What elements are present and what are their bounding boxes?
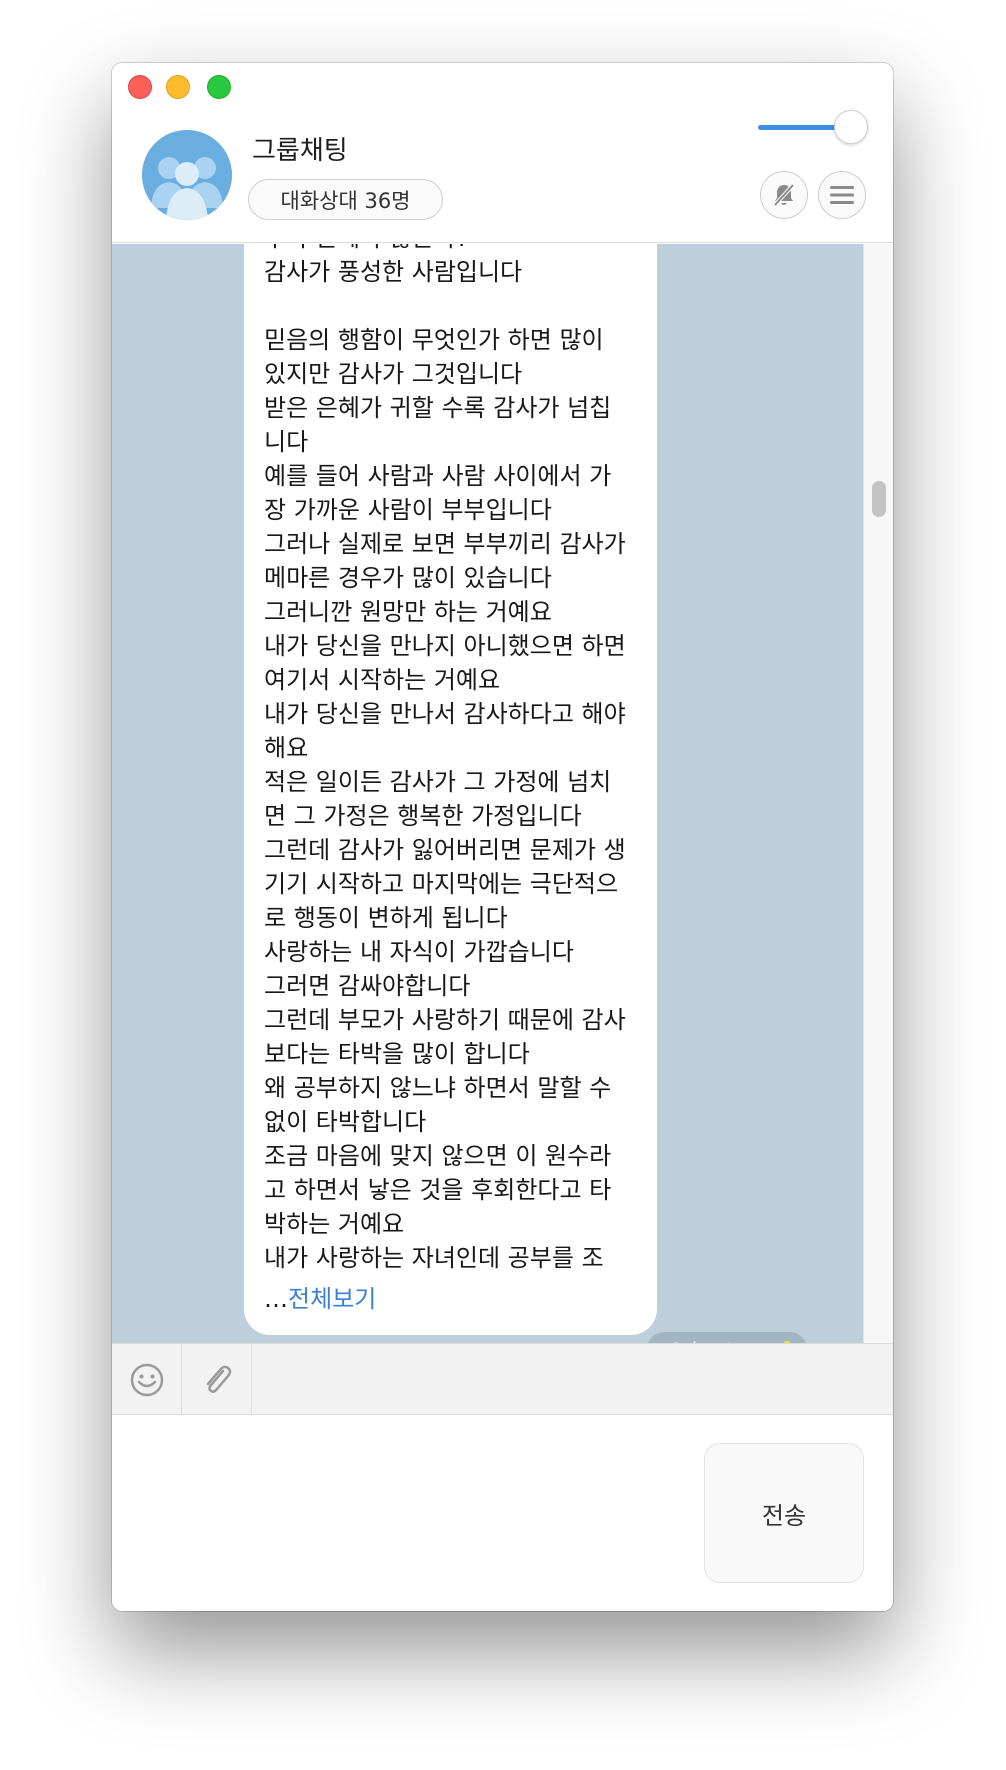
paperclip-icon — [206, 1365, 231, 1393]
message-line: 그런데 부모가 사랑하기 때문에 감사 — [264, 1006, 626, 1034]
chat-window: 그룹채팅 대화상대 36명 누가 은혜가 많은가? 감사가 풍성한 사람입니다믿음… — [112, 63, 893, 1611]
chat-header: 그룹채팅 대화상대 36명 — [112, 63, 893, 243]
message-line: 믿음의 행함이 무엇인가 하면 많이 — [264, 326, 604, 354]
scrollbar-thumb[interactable] — [872, 481, 886, 517]
attach-file-button[interactable] — [182, 1344, 252, 1416]
message-line: 감사가 풍성한 사람입니다 — [264, 258, 523, 286]
message-line: 조금 마음에 맞지 않으면 이 원수라 — [264, 1142, 612, 1170]
chat-message-area[interactable]: 누가 은혜가 많은가? 감사가 풍성한 사람입니다믿음의 행함이 무엇인가 하면 … — [112, 244, 893, 1343]
message-input[interactable] — [128, 1431, 708, 1591]
message-line: 기기 시작하고 마지막에는 극단적으 — [264, 870, 619, 898]
message-meta: 오후 12:44 1 — [647, 1332, 807, 1343]
opacity-slider[interactable] — [758, 110, 868, 146]
mute-notifications-button[interactable] — [760, 171, 808, 219]
message-line: 보다는 타박을 많이 합니다 — [264, 1040, 530, 1068]
message-line: 있지만 감사가 그것입니다 — [264, 360, 523, 388]
message-line: 적은 일이든 감사가 그 가정에 넘치 — [264, 768, 612, 796]
menu-button[interactable] — [818, 171, 866, 219]
window-close-button[interactable] — [128, 75, 152, 99]
message-line: 받은 은혜가 귀할 수록 감사가 넘칩 — [264, 394, 612, 422]
message-line: 메마른 경우가 많이 있습니다 — [264, 564, 552, 592]
message-line: 그러니깐 원망만 하는 거예요 — [264, 598, 552, 626]
message-truncated-line: …전체보기 — [264, 1282, 376, 1316]
emoji-button[interactable] — [112, 1344, 182, 1416]
view-full-message-link[interactable]: 전체보기 — [288, 1285, 376, 1313]
chat-room-title: 그룹채팅 — [252, 136, 348, 166]
message-line: 왜 공부하지 않느냐 하면서 말할 수 — [264, 1074, 612, 1102]
message-time: 오후 12:44 — [667, 1335, 768, 1344]
message-line: 로 행동이 변하게 됩니다 — [264, 904, 508, 932]
message-text: 누가 은혜가 많은가? 감사가 풍성한 사람입니다믿음의 행함이 무엇인가 하면 … — [264, 244, 644, 1275]
message-line: 없이 타박합니다 — [264, 1108, 427, 1136]
message-line: 장 가까운 사람이 부부입니다 — [264, 496, 552, 524]
member-count-button[interactable]: 대화상대 36명 — [248, 179, 443, 220]
hamburger-menu-icon — [830, 186, 854, 204]
composer: 전송 — [112, 1415, 893, 1611]
message-line: 고 하면서 낳은 것을 후회한다고 타 — [264, 1176, 612, 1204]
message-line: 그런데 감사가 잃어버리면 문제가 생 — [264, 836, 626, 864]
message-line: 내가 당신을 만나지 아니했으면 하면 — [264, 632, 626, 660]
message-bubble[interactable]: 누가 은혜가 많은가? 감사가 풍성한 사람입니다믿음의 행함이 무엇인가 하면 … — [244, 244, 657, 1335]
send-button[interactable]: 전송 — [704, 1443, 864, 1583]
message-line: 내가 당신을 만나서 감사하다고 해야 — [264, 700, 626, 728]
message-line: 그러면 감싸야합니다 — [264, 972, 471, 1000]
message-line: 누가 은혜가 많은가? — [264, 244, 644, 255]
slider-knob[interactable] — [834, 110, 868, 144]
message-line: 내가 사랑하는 자녀인데 공부를 조 — [264, 1244, 604, 1272]
message-line: 여기서 시작하는 거예요 — [264, 666, 501, 694]
message-line: 면 그 가정은 행복한 가정입니다 — [264, 802, 582, 830]
scrollbar[interactable] — [863, 244, 893, 1343]
group-people-icon — [142, 130, 232, 220]
message-line: 해요 — [264, 734, 309, 762]
message-line: 예를 들어 사람과 사람 사이에서 가 — [264, 462, 612, 490]
message-line: 니다 — [264, 428, 309, 456]
ellipsis: … — [264, 1285, 288, 1313]
bell-slash-icon — [773, 183, 795, 207]
message-line: 박하는 거예요 — [264, 1210, 405, 1238]
message-line — [264, 289, 644, 323]
smiley-icon — [130, 1363, 163, 1397]
group-avatar[interactable] — [142, 130, 232, 220]
composer-toolbar — [112, 1343, 893, 1416]
message-line: 그러나 실제로 보면 부부끼리 감사가 — [264, 530, 626, 558]
window-maximize-button[interactable] — [207, 75, 231, 99]
message-line: 사랑하는 내 자식이 가깝습니다 — [264, 938, 574, 966]
window-minimize-button[interactable] — [166, 75, 190, 99]
